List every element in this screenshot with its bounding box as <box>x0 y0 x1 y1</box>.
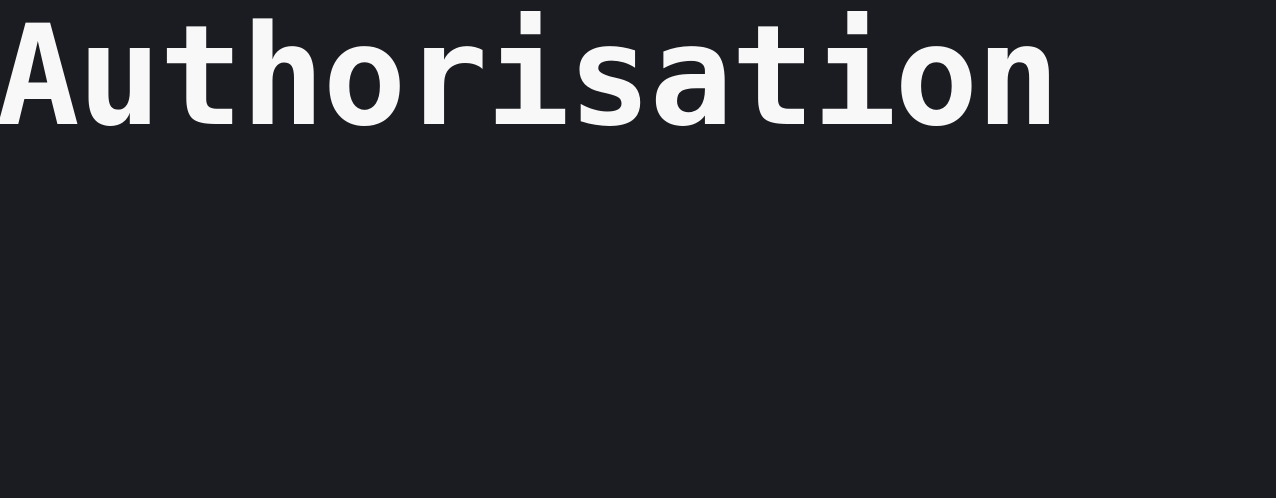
page-title: Authorisation <box>0 0 1060 157</box>
page-canvas: Authorisation <box>0 0 1276 498</box>
